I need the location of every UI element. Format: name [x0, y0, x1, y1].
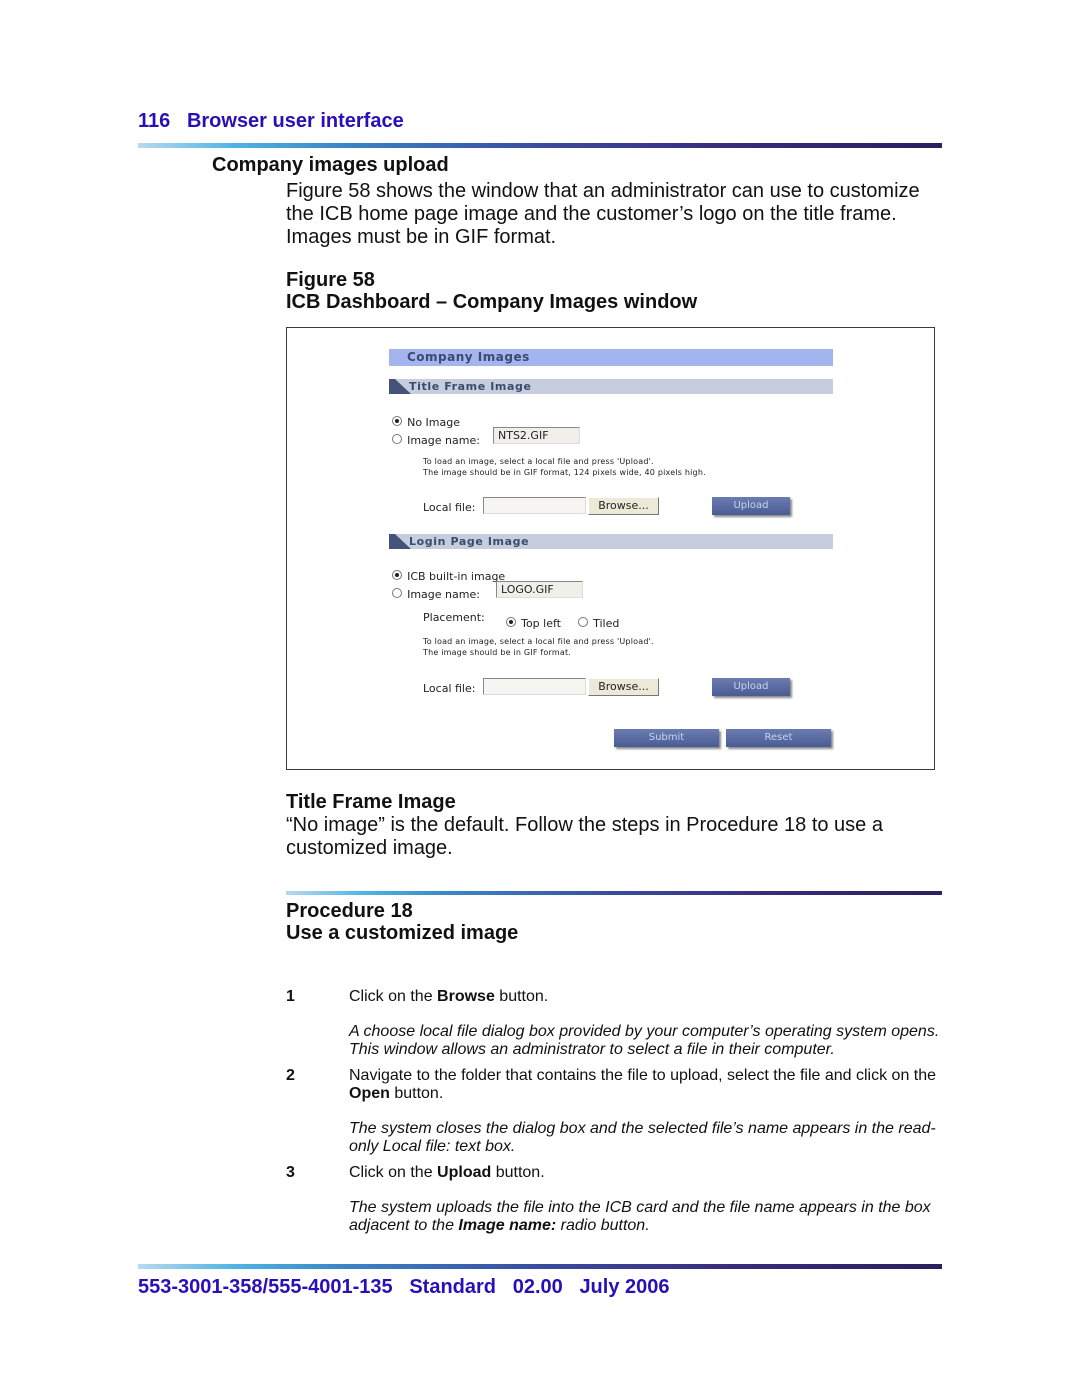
footer-rule	[138, 1264, 942, 1269]
step-1-text: Click on the Browse button.	[349, 988, 949, 1006]
placement-top-left-row[interactable]: Top left	[506, 612, 561, 631]
login-browse-button[interactable]: Browse...	[588, 678, 659, 696]
doc-number: 553-3001-358/555-4001-135	[138, 1276, 393, 1298]
title-frame-paragraph: “No image” is the default. Follow the st…	[286, 814, 883, 859]
page-number: 116	[138, 110, 171, 132]
placement-tiled-row[interactable]: Tiled	[578, 612, 619, 631]
no-image-radio-row[interactable]: No Image	[392, 411, 460, 430]
reset-button[interactable]: Reset	[726, 729, 831, 747]
step-text-part: Navigate to the folder that contains the…	[349, 1067, 937, 1084]
title-frame-subheading: Title Frame Image	[286, 791, 456, 813]
header-rule	[138, 143, 942, 148]
title-frame-section-bar: Title Frame Image	[389, 379, 833, 394]
tiled-radio[interactable]	[578, 617, 588, 627]
login-upload-button[interactable]: Upload	[712, 678, 790, 696]
step-2-number: 2	[286, 1067, 295, 1084]
tiled-label: Tiled	[593, 617, 620, 630]
footer: 553-3001-358/555-4001-135 Standard 02.00…	[138, 1276, 670, 1299]
submit-button[interactable]: Submit	[614, 729, 719, 747]
procedure-number: Procedure 18	[286, 900, 413, 922]
builtin-image-radio[interactable]	[392, 570, 402, 580]
section-heading: Company images upload	[212, 154, 449, 176]
title-image-name-field[interactable]: NTS2.GIF	[493, 427, 580, 444]
login-image-name-radio-row[interactable]: Image name:	[392, 583, 480, 602]
title-image-name-radio[interactable]	[392, 434, 402, 444]
window-title-bar: Company Images	[389, 349, 833, 366]
doc-status: Standard	[409, 1276, 497, 1298]
builtin-image-label: ICB built-in image	[407, 570, 506, 583]
window-title: Company Images	[407, 350, 530, 364]
image-name-emphasis: Image name:	[458, 1217, 557, 1234]
chapter-title: Browser user interface	[186, 110, 404, 132]
placement-label: Placement:	[423, 611, 485, 624]
title-instruction-1: To load an image, select a local file an…	[423, 457, 654, 466]
step-3-note: The system uploads the file into the ICB…	[349, 1199, 949, 1235]
step-3-number: 3	[286, 1164, 295, 1181]
intro-paragraph: Figure 58 shows the window that an admin…	[286, 180, 920, 248]
login-instruction-2: The image should be in GIF format.	[423, 648, 572, 657]
note-part: radio button.	[556, 1217, 650, 1234]
builtin-image-radio-row[interactable]: ICB built-in image	[392, 565, 505, 584]
login-local-file-input[interactable]	[483, 678, 586, 695]
login-image-name-field[interactable]: LOGO.GIF	[496, 581, 583, 598]
login-image-name-radio[interactable]	[392, 588, 402, 598]
running-header: 116 Browser user interface	[138, 110, 404, 133]
procedure-title: Use a customized image	[286, 922, 519, 944]
step-3-text: Click on the Upload button.	[349, 1164, 949, 1182]
no-image-label: No Image	[407, 416, 460, 429]
step-text-part: button.	[491, 1164, 545, 1181]
step-text-part: Click on the	[349, 1164, 438, 1181]
title-local-file-label: Local file:	[423, 501, 476, 514]
procedure-rule	[286, 891, 942, 895]
top-left-radio[interactable]	[506, 617, 516, 627]
no-image-radio[interactable]	[392, 416, 402, 426]
top-left-label: Top left	[521, 617, 561, 630]
login-local-file-label: Local file:	[423, 682, 476, 695]
step-1-note: A choose local file dialog box provided …	[349, 1023, 940, 1058]
title-browse-button[interactable]: Browse...	[588, 497, 659, 515]
step-text-part: button.	[494, 988, 549, 1005]
title-instruction-2: The image should be in GIF format, 124 p…	[423, 468, 706, 477]
open-emphasis: Open	[349, 1085, 390, 1102]
doc-date: July 2006	[579, 1276, 670, 1298]
step-1-number: 1	[286, 988, 295, 1005]
figure-number: Figure 58	[286, 269, 375, 291]
title-frame-heading: Title Frame Image	[409, 380, 532, 393]
upload-emphasis: Upload	[437, 1164, 492, 1181]
login-image-name-label: Image name:	[407, 588, 480, 601]
title-image-name-radio-row[interactable]: Image name:	[392, 429, 480, 448]
step-text-part: Click on the	[349, 988, 438, 1005]
login-page-section-bar: Login Page Image	[389, 534, 833, 549]
step-2-text: Navigate to the folder that contains the…	[349, 1067, 949, 1103]
step-2-note: The system closes the dialog box and the…	[349, 1120, 936, 1155]
login-page-heading: Login Page Image	[409, 535, 530, 548]
browse-emphasis: Browse	[437, 988, 495, 1005]
step-text-part: button.	[389, 1085, 444, 1102]
title-image-name-label: Image name:	[407, 434, 480, 447]
figure-title: ICB Dashboard – Company Images window	[286, 291, 698, 313]
title-local-file-input[interactable]	[483, 497, 586, 514]
login-instruction-1: To load an image, select a local file an…	[423, 637, 654, 646]
title-upload-button[interactable]: Upload	[712, 497, 790, 515]
doc-version: 02.00	[512, 1276, 563, 1298]
